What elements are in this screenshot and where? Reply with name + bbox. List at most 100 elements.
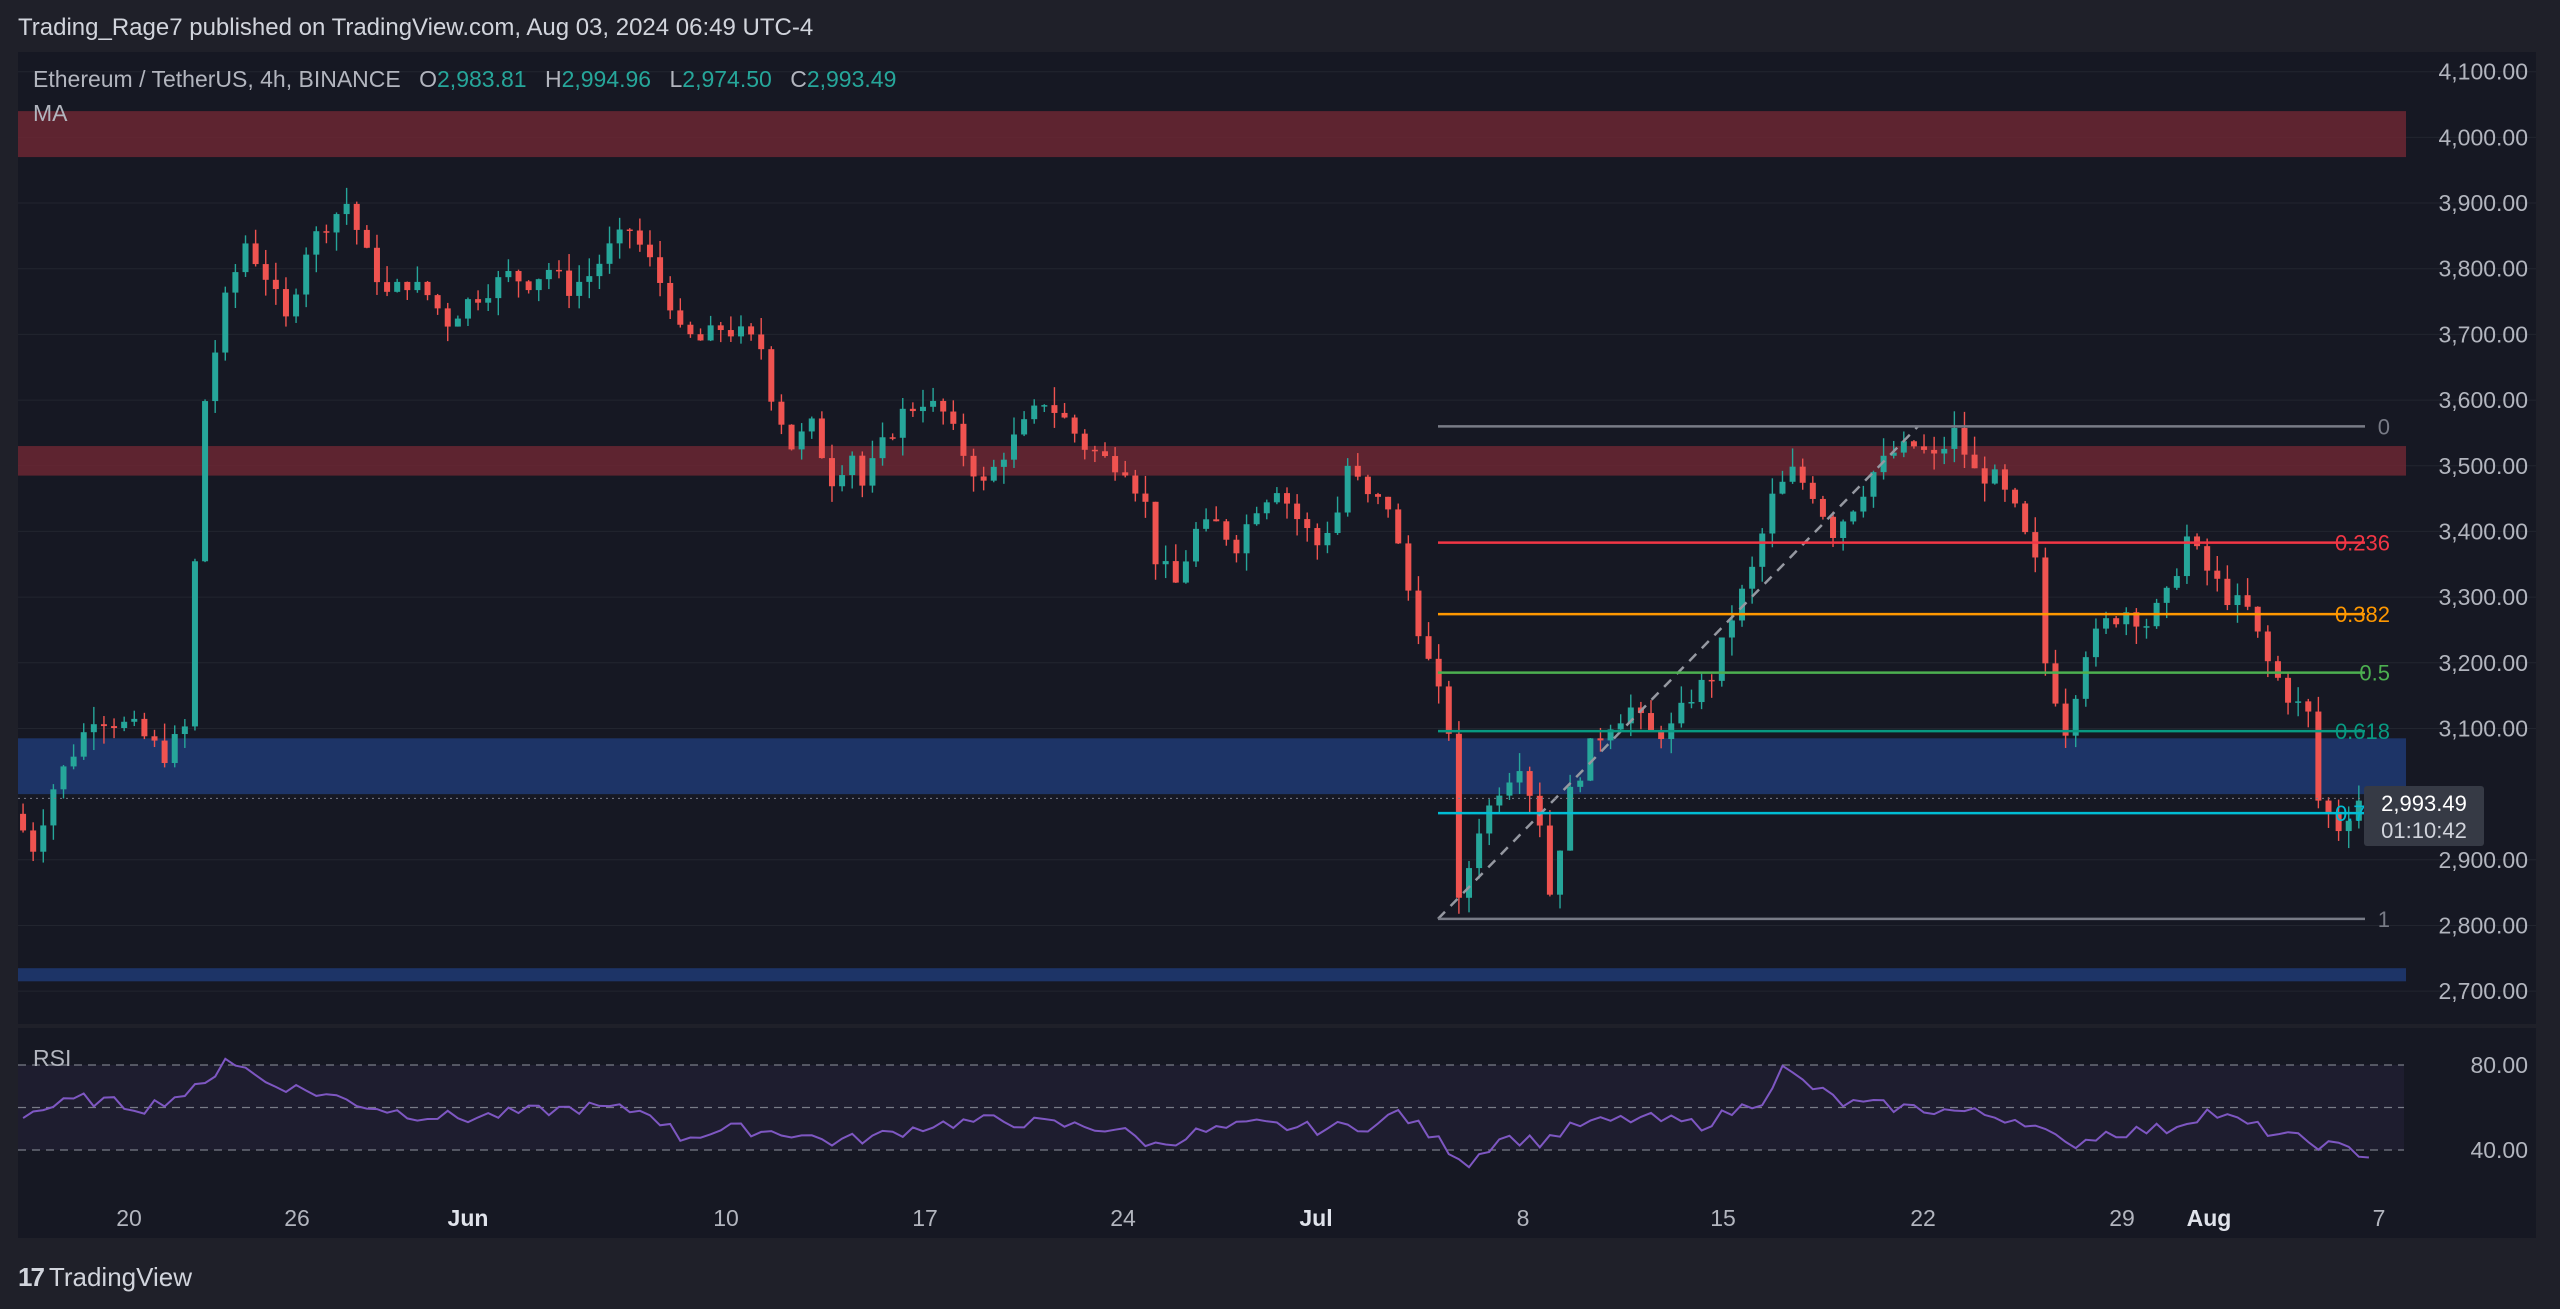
price-axis[interactable]: 4,100.00 4,000.00 3,900.00 3,800.00 3,700.00… (2438, 59, 2528, 1004)
brand-name: TradingView (48, 1262, 192, 1292)
y-tick-label: 2,800.00 (2438, 912, 2528, 938)
candle-body (1243, 524, 1250, 554)
candle-body (333, 214, 340, 233)
x-tick-label: 29 (2109, 1205, 2135, 1231)
candle-body (1203, 519, 1210, 529)
candle-body (50, 789, 57, 826)
y-tick-label: 3,900.00 (2438, 190, 2528, 216)
x-tick-label: 26 (284, 1205, 310, 1231)
publisher-line: Trading_Rage7 published on TradingView.c… (18, 14, 814, 41)
candle-body (798, 431, 805, 450)
candle-body (1688, 702, 1695, 704)
candle-body (2214, 570, 2221, 579)
candle-body (606, 243, 613, 264)
candle-body (90, 724, 97, 733)
candle-body (1415, 590, 1422, 637)
candle-body (121, 721, 128, 729)
candle-body (919, 406, 926, 412)
candle-body (1253, 513, 1260, 525)
candle-body (1900, 441, 1907, 453)
candle-body (1991, 469, 1998, 484)
candle-body (40, 825, 47, 852)
symbol-legend[interactable]: Ethereum / TetherUS, 4h, BINANCE O2,983.… (33, 66, 896, 93)
candle-body (1021, 419, 1028, 435)
candle-body (1152, 501, 1159, 565)
candle-body (1617, 723, 1624, 730)
candle-body (1091, 449, 1098, 452)
candle-body (828, 458, 835, 487)
candle-body (80, 732, 87, 757)
candle-body (768, 349, 775, 402)
x-tick-label: 17 (912, 1205, 938, 1231)
candle-body (373, 247, 380, 283)
y-tick-label: 4,100.00 (2438, 59, 2528, 85)
candle-body (495, 277, 502, 299)
x-tick-label: Jun (448, 1205, 489, 1231)
symbol-name[interactable]: Ethereum / TetherUS, 4h, BINANCE (33, 66, 401, 92)
low-value: 2,974.50 (682, 66, 772, 92)
candle-body (990, 466, 997, 481)
y-tick-label: 3,600.00 (2438, 387, 2528, 413)
x-tick-label: Aug (2187, 1205, 2232, 1231)
x-tick-label: 24 (1110, 1205, 1136, 1231)
candle-body (667, 282, 674, 311)
candle-body (1405, 543, 1412, 591)
candle-body (1941, 448, 1948, 454)
candle-body (404, 281, 411, 291)
price-chart[interactable]: 00.2360.3820.50.6180.7861 4,100.004,000.… (0, 0, 2560, 1309)
candle-body (1971, 454, 1978, 469)
candle-body (818, 418, 825, 459)
candle-body (1000, 459, 1007, 467)
fib-level-label: 0.382 (2335, 602, 2390, 627)
candle-body (525, 281, 532, 291)
candle-body (1273, 493, 1280, 503)
candle-body (111, 726, 118, 729)
candle-body (839, 475, 846, 487)
candle-body (535, 279, 542, 291)
candle-body (2163, 587, 2170, 603)
candle-body (899, 408, 906, 438)
candle-body (60, 766, 67, 790)
rsi-indicator-label[interactable]: RSI (33, 1045, 71, 1072)
candle-body (1061, 412, 1068, 418)
candle-body (1192, 528, 1199, 562)
fib-level-label: 0.618 (2335, 719, 2390, 744)
candle-body (1294, 503, 1301, 520)
candle-body (242, 243, 249, 273)
candle-body (1769, 493, 1776, 534)
footer-brand[interactable]: 17 TradingView (18, 1262, 192, 1293)
candle-body (2092, 628, 2099, 658)
candle-body (353, 203, 360, 230)
x-tick-label: 22 (1910, 1205, 1936, 1231)
x-tick-label: 15 (1710, 1205, 1736, 1231)
support-zone (18, 738, 2406, 795)
candle-body (1789, 466, 1796, 482)
candle-body (2082, 657, 2089, 699)
candle-body (1284, 493, 1291, 504)
open-label: O (419, 66, 438, 92)
candle-body (889, 437, 896, 439)
candle-body (212, 352, 219, 402)
candle-body (808, 418, 815, 432)
candle-body (1010, 434, 1017, 460)
candle-body (1375, 494, 1382, 497)
candle-body (1819, 498, 1826, 517)
candle-body (2032, 532, 2039, 558)
candle-body (1648, 713, 1655, 732)
candle-body (1354, 465, 1361, 477)
candle-body (1577, 780, 1584, 787)
candle-body (464, 299, 471, 319)
y-tick-label: 3,400.00 (2438, 518, 2528, 544)
candle-body (2234, 595, 2241, 606)
ma-indicator-label[interactable]: MA (33, 100, 68, 127)
candle-body (1233, 539, 1240, 554)
support-zone (18, 968, 2406, 982)
candle-body (2001, 469, 2008, 490)
candle-body (980, 476, 987, 481)
x-tick-label: 20 (116, 1205, 142, 1231)
candle-body (444, 308, 451, 327)
y-tick-label: 2,700.00 (2438, 978, 2528, 1004)
candle-body (1678, 702, 1685, 724)
candle-body (1718, 637, 1725, 681)
candle-body (1910, 441, 1917, 447)
